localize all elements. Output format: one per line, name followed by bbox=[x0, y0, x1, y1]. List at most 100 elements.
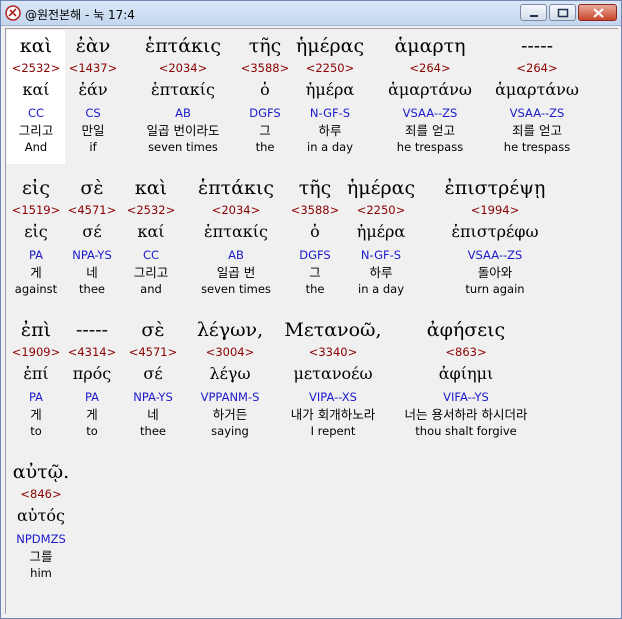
greek-word: ἑπτάκις bbox=[145, 35, 221, 57]
korean-gloss: 일곱 번 bbox=[216, 265, 256, 280]
lemma-word: ἁμαρτάνω bbox=[495, 80, 579, 99]
korean-gloss: 게 bbox=[86, 407, 98, 422]
greek-word: τῆς bbox=[248, 35, 282, 57]
parsing-code: N-GF-S bbox=[309, 106, 351, 120]
word-column[interactable]: σὲ <4571> σέ NPA-YS 네 thee bbox=[62, 175, 122, 297]
korean-gloss: 내가 회개하노라 bbox=[290, 407, 376, 422]
word-column[interactable]: ἐπὶ <1909> ἐπί PA 게 to bbox=[8, 317, 64, 439]
interlinear-view: καὶ <2532> καί CC 그리고 And ἐὰν <1437> ἐάν CS 만일 if ἑπ… bbox=[5, 28, 618, 614]
english-gloss: thee bbox=[79, 282, 105, 296]
word-column[interactable]: ἑπτάκις <2034> ἑπτακίς AB 일곱 번 seven times bbox=[176, 175, 296, 297]
greek-word: ἡμέρας bbox=[295, 35, 365, 57]
maximize-button[interactable] bbox=[549, 4, 576, 21]
korean-gloss: 그 bbox=[259, 123, 271, 138]
word-column[interactable]: ἑπτάκις <2034> ἑπτακίς AB 일곱 번이라도 seven times bbox=[122, 33, 244, 155]
word-column[interactable]: ἁμαρτη <264> ἁμαρτάνω VSAA--ZS 죄를 얻고 he tresp… bbox=[386, 33, 474, 155]
lemma-word: ἡμέρα bbox=[356, 222, 406, 241]
korean-gloss: 그리고 bbox=[18, 123, 54, 138]
parsing-code: AB bbox=[175, 106, 191, 120]
parsing-code: VSAA--ZS bbox=[509, 106, 565, 120]
word-column[interactable]: καὶ <2532> καί CC 그리고 and bbox=[122, 175, 180, 297]
strong-number: <846> bbox=[20, 487, 62, 501]
lemma-word: ἐπιστρέφω bbox=[451, 222, 539, 241]
korean-gloss: 죄를 얻고 bbox=[512, 123, 562, 138]
korean-gloss: 게 bbox=[30, 407, 42, 422]
word-column[interactable]: ----- <264> ἁμαρτάνω VSAA--ZS 죄를 얻고 he trespa… bbox=[482, 33, 592, 155]
word-column[interactable]: ἡμέρας <2250> ἡμέρα N-GF-S 하루 in a day bbox=[288, 33, 372, 155]
parsing-code: CC bbox=[27, 106, 45, 120]
word-column[interactable]: ἀφήσεις <863> ἀφίημι VIFA--YS 너는 용서하라 하시더라 th… bbox=[396, 317, 536, 439]
word-column[interactable]: ἡμέρας <2250> ἡμέρα N-GF-S 하루 in a day bbox=[336, 175, 426, 297]
parsing-code: VSAA--ZS bbox=[467, 248, 523, 262]
parsing-code: PA bbox=[28, 248, 44, 262]
strong-number: <3340> bbox=[308, 345, 358, 359]
strong-number: <2034> bbox=[158, 61, 208, 75]
parsing-code: VSAA--ZS bbox=[402, 106, 458, 120]
app-icon[interactable] bbox=[5, 5, 21, 21]
korean-gloss: 죄를 얻고 bbox=[405, 123, 455, 138]
english-gloss: thou shalt forgive bbox=[415, 424, 517, 438]
lemma-word: μετανοέω bbox=[293, 364, 373, 383]
word-column[interactable]: αὐτῷ. <846> αὐτός NPDMZS 그를 him bbox=[8, 459, 74, 581]
word-column[interactable]: σὲ <4571> σέ NPA-YS 네 thee bbox=[122, 317, 184, 439]
english-gloss: him bbox=[30, 566, 52, 580]
word-column[interactable]: Μετανοῶ, <3340> μετανοέω VIPA--XS 내가 회개하노라 I … bbox=[268, 317, 398, 439]
parsing-code: NPA-YS bbox=[72, 248, 112, 262]
word-column[interactable]: ἐὰν <1437> ἐάν CS 만일 if bbox=[66, 33, 120, 155]
title-bar[interactable]: @원전본해 - 눅 17:4 bbox=[1, 1, 621, 26]
korean-gloss: 그를 bbox=[29, 549, 53, 564]
lemma-word: ἐάν bbox=[78, 80, 108, 99]
english-gloss: I repent bbox=[310, 424, 356, 438]
english-gloss: thee bbox=[140, 424, 166, 438]
word-column[interactable]: λέγων, <3004> λέγω VPPANM-S 하거든 saying bbox=[180, 317, 280, 439]
greek-word: ἡμέρας bbox=[346, 177, 416, 199]
word-column[interactable]: καὶ <2532> καί CC 그리고 And bbox=[8, 33, 64, 155]
word-column[interactable]: ----- <4314> πρός PA 게 to bbox=[62, 317, 122, 439]
english-gloss: in a day bbox=[358, 282, 404, 296]
close-icon bbox=[593, 8, 604, 18]
maximize-icon bbox=[557, 8, 569, 18]
english-gloss: to bbox=[30, 424, 42, 438]
strong-number: <2532> bbox=[11, 61, 61, 75]
lemma-word: αὐτός bbox=[17, 506, 65, 525]
strong-number: <1519> bbox=[11, 203, 61, 217]
parsing-code: CS bbox=[85, 106, 101, 120]
greek-word: ἐὰν bbox=[75, 35, 111, 57]
korean-gloss: 너는 용서하라 하시더라 bbox=[404, 407, 528, 422]
english-gloss: turn again bbox=[465, 282, 525, 296]
window-title: @원전본해 - 눅 17:4 bbox=[25, 8, 135, 22]
close-button[interactable] bbox=[578, 4, 617, 21]
strong-number: <2250> bbox=[356, 203, 406, 217]
korean-gloss: 네 bbox=[147, 407, 159, 422]
strong-number: <4314> bbox=[67, 345, 117, 359]
minimize-button[interactable] bbox=[520, 4, 547, 21]
lemma-word: ἐπί bbox=[23, 364, 49, 383]
word-column[interactable]: ἐπιστρέψῃ <1994> ἐπιστρέφω VSAA--ZS 돌아와 turn … bbox=[436, 175, 554, 297]
greek-word: λέγων, bbox=[196, 319, 264, 341]
parsing-code: PA bbox=[84, 390, 100, 404]
lemma-word: πρός bbox=[72, 364, 112, 383]
english-gloss: he trespass bbox=[503, 140, 571, 154]
greek-word: ----- bbox=[75, 319, 109, 341]
word-column[interactable]: τῆς <3588> ὁ DGFS 그 the bbox=[236, 33, 294, 155]
korean-gloss: 하루 bbox=[369, 265, 393, 280]
minimize-icon bbox=[530, 15, 538, 17]
strong-number: <863> bbox=[445, 345, 487, 359]
lemma-word: λέγω bbox=[209, 364, 251, 383]
english-gloss: the bbox=[255, 140, 275, 154]
app-window: @원전본해 - 눅 17:4 καὶ <2532> καί CC 그리고 And ἐὰν <1… bbox=[0, 0, 622, 619]
korean-gloss: 하루 bbox=[318, 123, 342, 138]
greek-word: σὲ bbox=[80, 177, 104, 199]
greek-word: ἑπτάκις bbox=[198, 177, 274, 199]
strong-number: <3588> bbox=[240, 61, 290, 75]
strong-number: <2034> bbox=[211, 203, 261, 217]
greek-word: ἁμαρτη bbox=[394, 35, 466, 57]
lemma-word: σέ bbox=[143, 364, 163, 383]
parsing-code: DGFS bbox=[249, 106, 281, 120]
lemma-word: ὁ bbox=[260, 80, 270, 99]
english-gloss: he trespass bbox=[396, 140, 464, 154]
parsing-code: AB bbox=[228, 248, 244, 262]
english-gloss: against bbox=[14, 282, 58, 296]
word-column[interactable]: εἰς <1519> εἰς PA 게 against bbox=[8, 175, 64, 297]
english-gloss: if bbox=[89, 140, 97, 154]
